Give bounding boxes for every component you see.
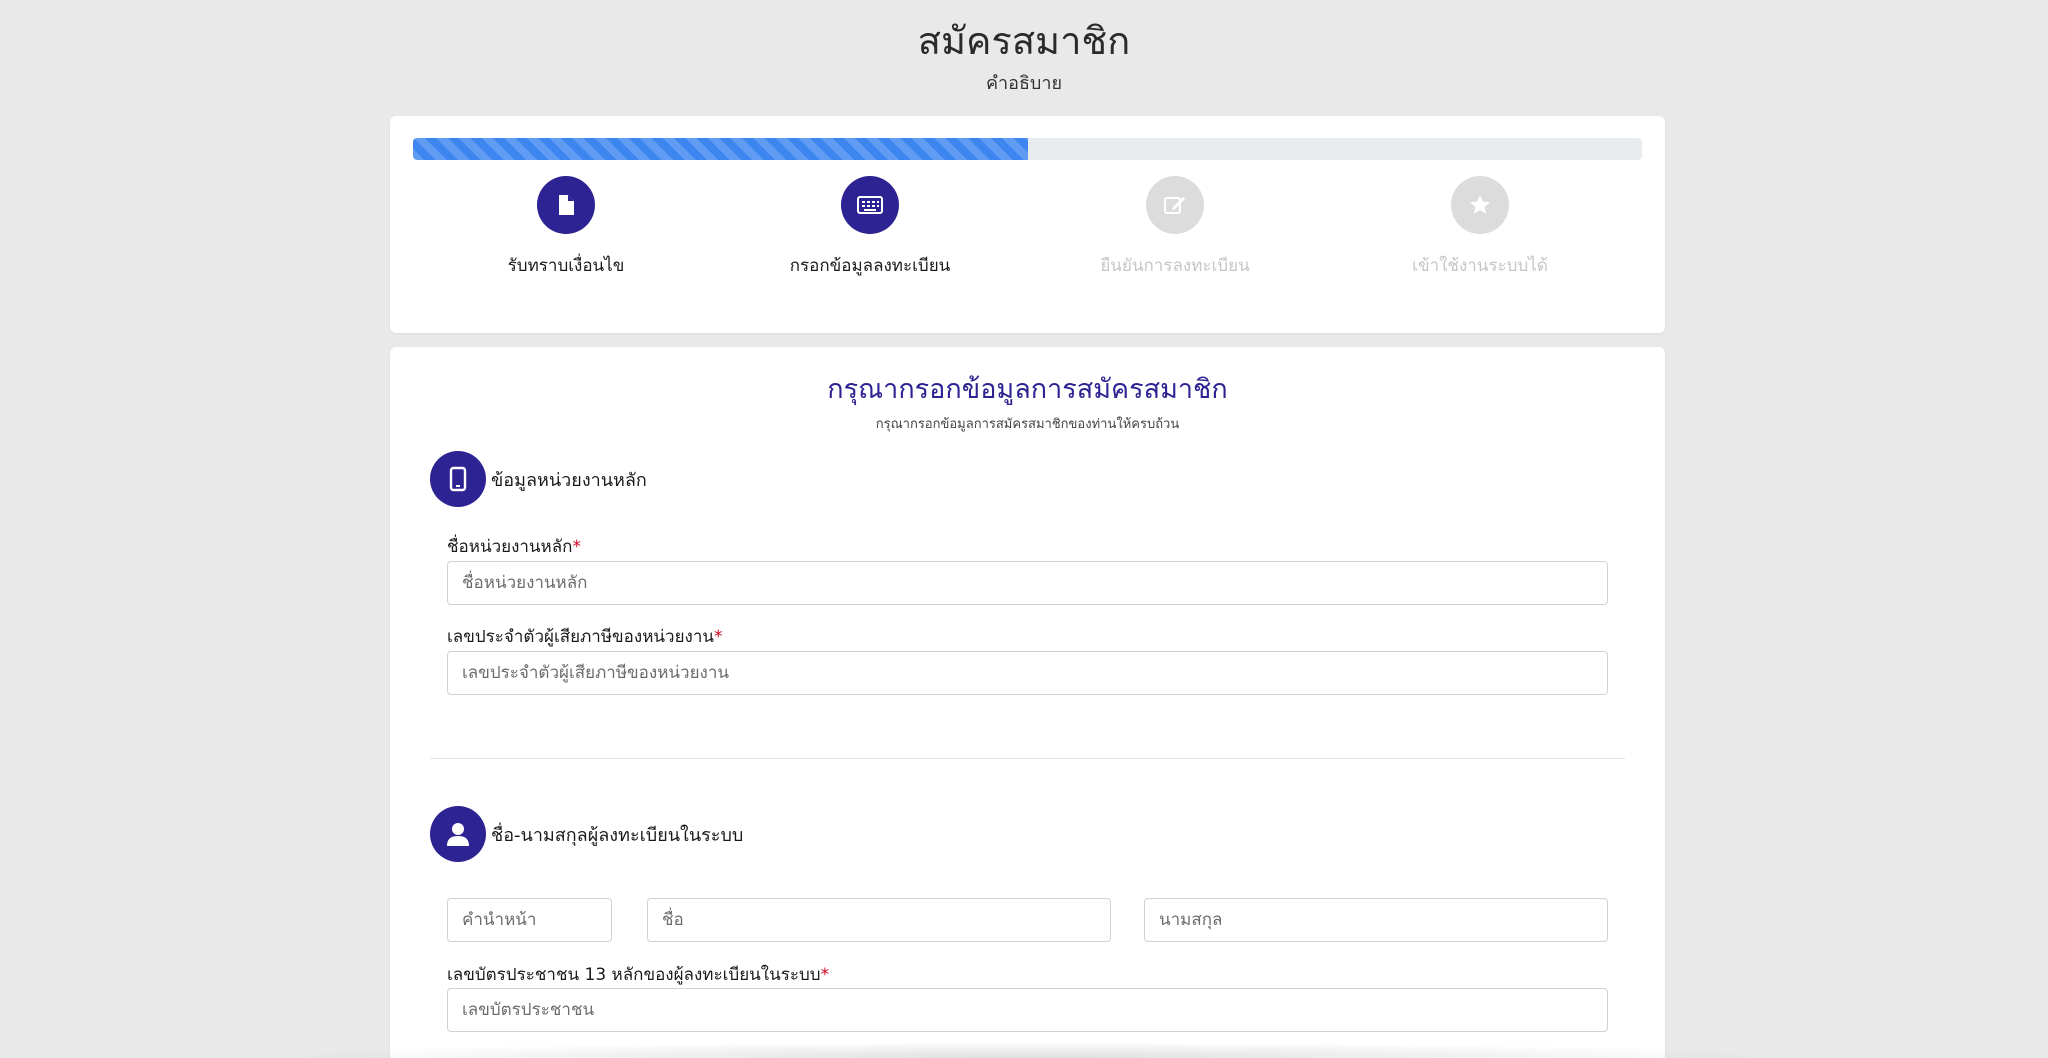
org-name-label-text: ชื่อหน่วยงานหลัก [447,537,573,557]
section-organization-label: ข้อมูลหน่วยงานหลัก [491,469,647,491]
prefix-input[interactable] [447,898,612,942]
step-confirm-registration: ยืนยันการลงทะเบียน [1045,176,1305,279]
progress-card: รับทราบเงื่อนไข กรอกข้อมูลลงทะเบียน ยืนย… [390,116,1665,333]
step-label: เข้าใช้งานระบบได้ [1412,256,1548,276]
progress-bar-fill [413,138,1028,160]
step-access-system: เข้าใช้งานระบบได้ [1350,176,1610,279]
edit-icon [1146,176,1204,234]
tax-id-input[interactable] [447,651,1608,695]
step-label: ยืนยันการลงทะเบียน [1100,256,1250,276]
required-mark: * [714,627,723,647]
org-name-input[interactable] [447,561,1608,605]
form-subtitle: กรุณากรอกข้อมูลการสมัครสมาชิกของท่านให้ค… [875,417,1180,432]
id-card-label-text: เลขบัตรประชาชน 13 หลักของผู้ลงทะเบียนในร… [447,965,821,985]
file-icon [537,176,595,234]
star-icon [1451,176,1509,234]
step-label: กรอกข้อมูลลงทะเบียน [789,256,951,276]
section-divider [430,758,1625,759]
section-registrant-header: ชื่อ-นามสกุลผู้ลงทะเบียนในระบบ [430,806,743,862]
step-label: รับทราบเงื่อนไข [507,256,625,276]
keyboard-icon [841,176,899,234]
page-subtitle: คำอธิบาย [985,73,1063,94]
page-title: สมัครสมาชิก [917,19,1131,63]
required-mark: * [572,537,581,557]
progress-bar [413,138,1642,160]
form-title: กรุณากรอกข้อมูลการสมัครสมาชิก [827,374,1228,405]
user-icon [430,806,486,862]
tax-id-label: เลขประจำตัวผู้เสียภาษีของหน่วยงาน* [447,623,723,650]
bottom-shadow [260,1042,1800,1058]
last-name-input[interactable] [1144,898,1608,942]
section-registrant-label: ชื่อ-นามสกุลผู้ลงทะเบียนในระบบ [491,824,744,846]
tax-id-label-text: เลขประจำตัวผู้เสียภาษีของหน่วยงาน [447,627,714,647]
section-organization-header: ข้อมูลหน่วยงานหลัก [430,451,647,507]
step-accept-terms: รับทราบเงื่อนไข [436,176,696,279]
page: สมัครสมาชิก คำอธิบาย รับทราบเงื่อนไข กรอ… [0,0,2048,1058]
id-card-label: เลขบัตรประชาชน 13 หลักของผู้ลงทะเบียนในร… [447,961,829,988]
first-name-input[interactable] [647,898,1111,942]
required-mark: * [820,965,830,985]
org-name-label: ชื่อหน่วยงานหลัก* [447,533,581,560]
id-card-input[interactable] [447,988,1608,1032]
step-fill-registration: กรอกข้อมูลลงทะเบียน [740,176,1000,279]
registration-form-card: กรุณากรอกข้อมูลการสมัครสมาชิก กรุณากรอกข… [390,347,1665,1058]
tablet-icon [430,451,486,507]
